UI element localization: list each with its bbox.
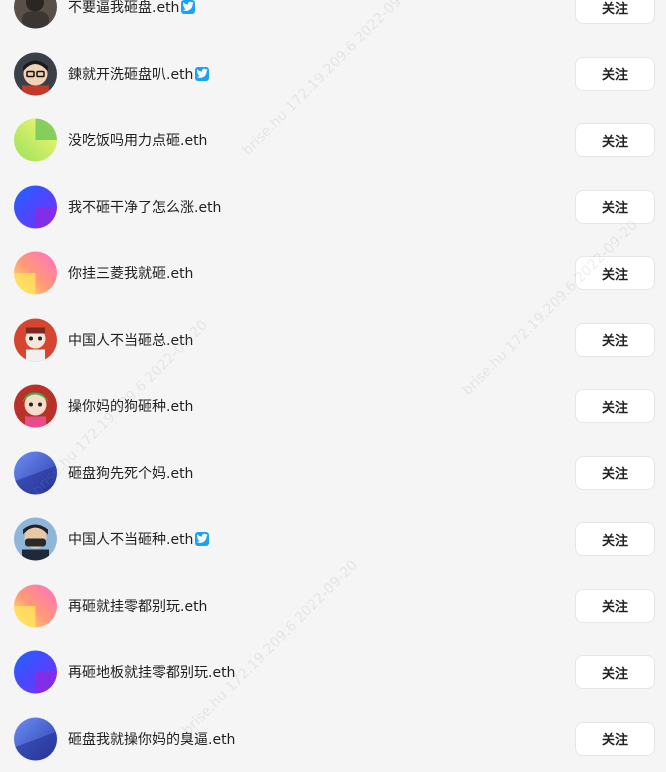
follow-button[interactable]: 关注 [575, 0, 655, 24]
list-item: 我不砸干净了怎么涨.eth 关注 [0, 174, 666, 241]
list-item: 中国人不当砸总.eth 关注 [0, 307, 666, 374]
twitter-verified-icon [195, 67, 209, 81]
avatar[interactable] [14, 252, 57, 295]
avatar[interactable] [14, 518, 57, 561]
user-name[interactable]: 操你妈的狗砸种.eth [68, 396, 193, 416]
user-name[interactable]: 中国人不当砸种.eth [68, 529, 209, 549]
list-item: 再砸就挂零都别玩.eth 关注 [0, 573, 666, 640]
avatar[interactable] [14, 651, 57, 694]
user-name-text: 再砸就挂零都别玩.eth [68, 596, 207, 616]
follow-button[interactable]: 关注 [575, 522, 655, 556]
user-name-text: 鍊就开洗砸盘叭.eth [68, 64, 193, 84]
avatar[interactable] [14, 451, 57, 494]
user-name-text: 砸盘狗先死个妈.eth [68, 463, 193, 483]
user-name[interactable]: 砸盘我就操你妈的臭逼.eth [68, 729, 235, 749]
follow-button[interactable]: 关注 [575, 57, 655, 91]
list-item: 你挂三菱我就砸.eth 关注 [0, 240, 666, 307]
list-item: 砸盘我就操你妈的臭逼.eth 关注 [0, 706, 666, 772]
user-name-text: 中国人不当砸种.eth [68, 529, 193, 549]
user-name-text: 砸盘我就操你妈的臭逼.eth [68, 729, 235, 749]
twitter-verified-icon [181, 0, 195, 14]
follow-button[interactable]: 关注 [575, 589, 655, 623]
user-name-text: 不要逼我砸盘.eth [68, 0, 179, 17]
user-name[interactable]: 没吃饭吗用力点砸.eth [68, 130, 207, 150]
avatar[interactable] [14, 185, 57, 228]
follow-button[interactable]: 关注 [575, 190, 655, 224]
user-name[interactable]: 不要逼我砸盘.eth [68, 0, 195, 17]
user-name-text: 没吃饭吗用力点砸.eth [68, 130, 207, 150]
list-item: 操你妈的狗砸种.eth 关注 [0, 373, 666, 440]
avatar[interactable] [14, 52, 57, 95]
user-name[interactable]: 你挂三菱我就砸.eth [68, 263, 193, 283]
list-item: 没吃饭吗用力点砸.eth 关注 [0, 107, 666, 174]
avatar[interactable] [14, 0, 57, 29]
user-name[interactable]: 再砸就挂零都别玩.eth [68, 596, 207, 616]
user-name[interactable]: 中国人不当砸总.eth [68, 330, 193, 350]
user-name-text: 操你妈的狗砸种.eth [68, 396, 193, 416]
follow-button[interactable]: 关注 [575, 456, 655, 490]
follow-button[interactable]: 关注 [575, 389, 655, 423]
list-item: 再砸地板就挂零都别玩.eth 关注 [0, 639, 666, 706]
avatar[interactable] [14, 318, 57, 361]
user-name-text: 你挂三菱我就砸.eth [68, 263, 193, 283]
user-name[interactable]: 鍊就开洗砸盘叭.eth [68, 64, 209, 84]
avatar[interactable] [14, 385, 57, 428]
avatar[interactable] [14, 584, 57, 627]
user-name[interactable]: 我不砸干净了怎么涨.eth [68, 197, 221, 217]
list-item: 中国人不当砸种.eth 关注 [0, 506, 666, 573]
twitter-verified-icon [195, 532, 209, 546]
user-name-text: 中国人不当砸总.eth [68, 330, 193, 350]
list-item: 不要逼我砸盘.eth 关注 [0, 0, 666, 41]
list-item: 砸盘狗先死个妈.eth 关注 [0, 440, 666, 507]
follow-button[interactable]: 关注 [575, 655, 655, 689]
list-item: 鍊就开洗砸盘叭.eth 关注 [0, 41, 666, 108]
follow-button[interactable]: 关注 [575, 722, 655, 756]
user-name[interactable]: 砸盘狗先死个妈.eth [68, 463, 193, 483]
follow-button[interactable]: 关注 [575, 323, 655, 357]
follow-button[interactable]: 关注 [575, 256, 655, 290]
user-name-text: 我不砸干净了怎么涨.eth [68, 197, 221, 217]
avatar[interactable] [14, 119, 57, 162]
follow-list: 不要逼我砸盘.eth关注鍊就开洗砸盘叭.eth关注没吃饭吗用力点砸.eth关注我… [0, 0, 666, 772]
user-name-text: 再砸地板就挂零都别玩.eth [68, 662, 235, 682]
follow-button[interactable]: 关注 [575, 123, 655, 157]
user-name[interactable]: 再砸地板就挂零都别玩.eth [68, 662, 235, 682]
